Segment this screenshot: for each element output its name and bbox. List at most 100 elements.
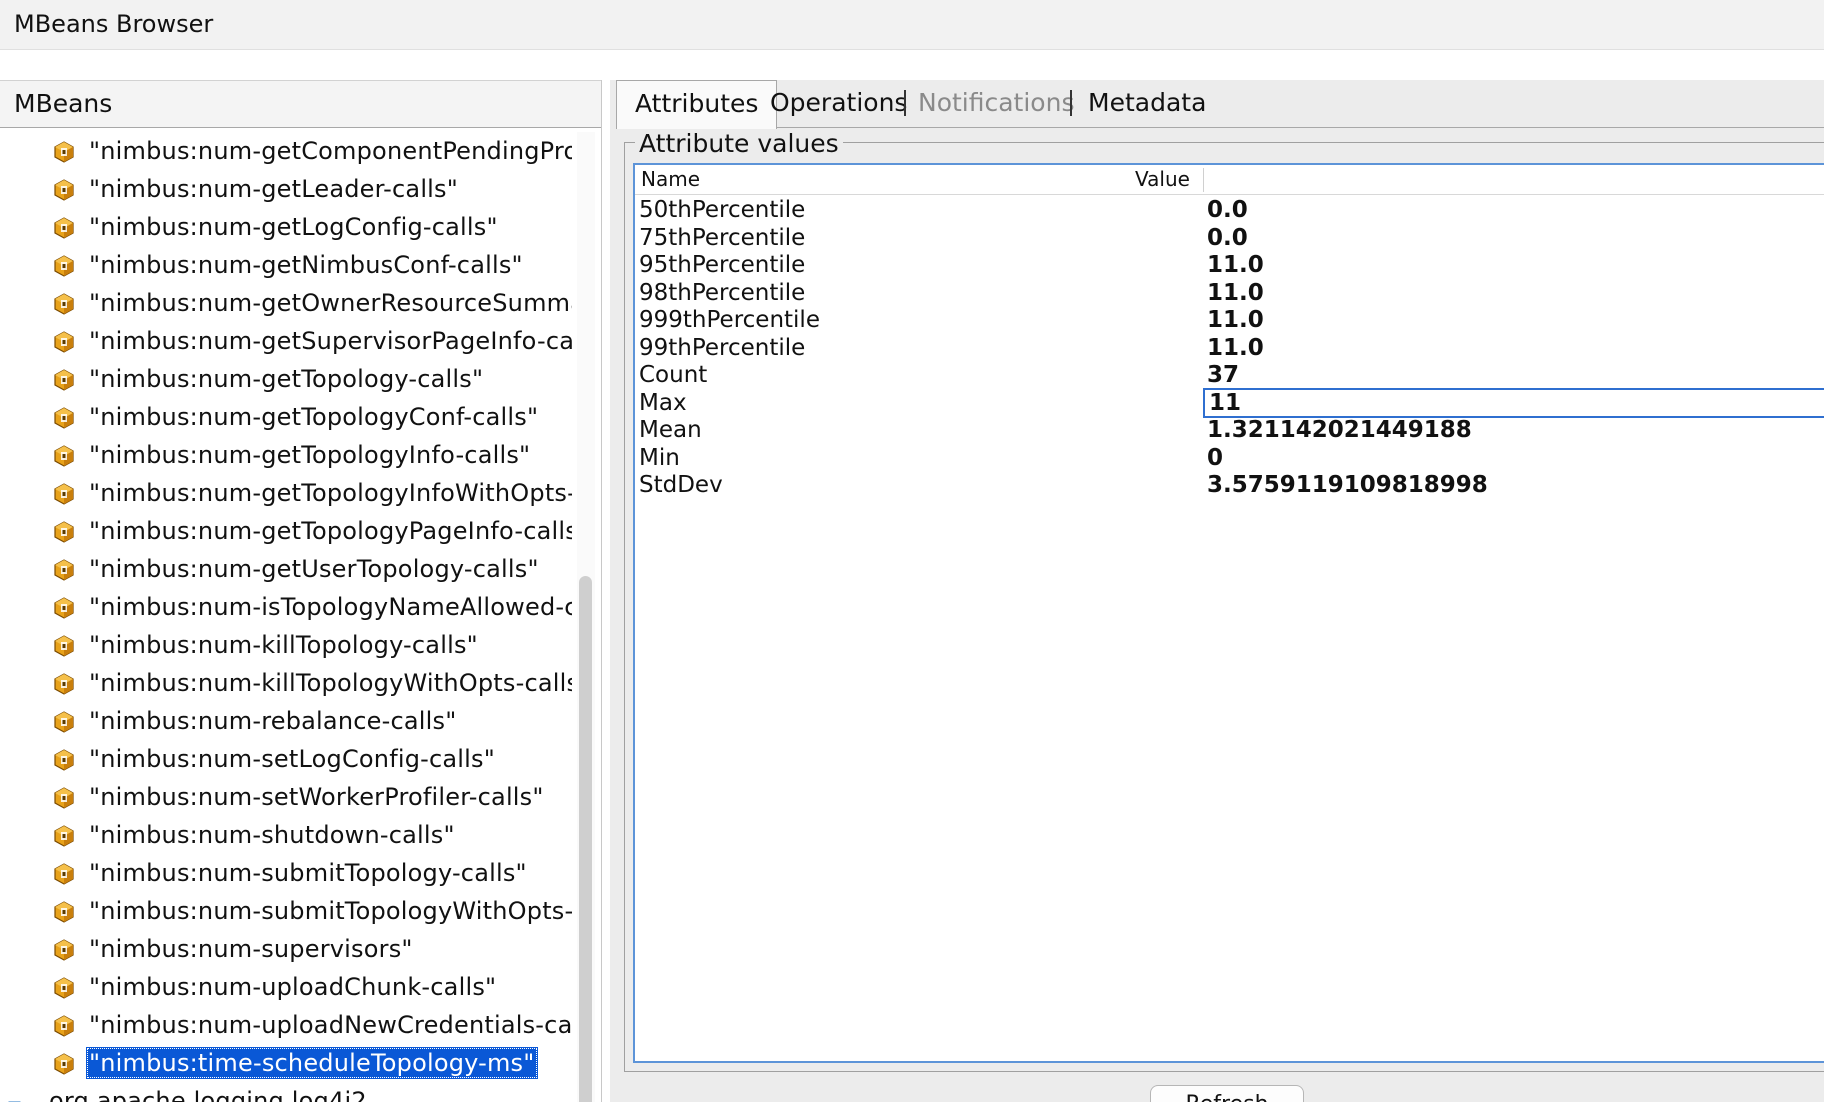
- tree-item-label: "nimbus:num-submitTopology-calls": [89, 859, 527, 887]
- tree-item[interactable]: "nimbus:num-getLogConfig-calls": [0, 208, 572, 246]
- tree-item-label: "nimbus:num-getTopologyConf-calls": [89, 403, 539, 431]
- mbean-icon: [52, 140, 76, 164]
- attribute-value-cell[interactable]: 0.0: [1207, 225, 1248, 251]
- mbeans-header-label: MBeans: [14, 89, 113, 118]
- details-tabs: Attributes Operations Notifications Meta…: [616, 80, 1824, 129]
- tree-scrollbar[interactable]: [577, 132, 595, 1102]
- tree-item[interactable]: "nimbus:num-setWorkerProfiler-calls": [0, 778, 572, 816]
- mbean-icon: [52, 824, 76, 848]
- mbean-icon: [52, 254, 76, 278]
- column-header-name[interactable]: Name: [641, 167, 700, 191]
- attribute-value-cell[interactable]: 11: [1203, 387, 1824, 418]
- tree-item-label: "nimbus:num-getTopologyPageInfo-calls": [89, 517, 572, 545]
- tree-item-label: "nimbus:num-getSupervisorPageInfo-calls": [89, 327, 572, 355]
- mbean-icon: [52, 558, 76, 582]
- tree-item[interactable]: "nimbus:num-rebalance-calls": [0, 702, 572, 740]
- mbean-icon: [52, 862, 76, 886]
- tree-item[interactable]: "nimbus:num-killTopology-calls": [0, 626, 572, 664]
- tree-item[interactable]: "nimbus:num-getOwnerResourceSummaries-ca…: [0, 284, 572, 322]
- mbean-icon: [52, 672, 76, 696]
- attribute-value-cell[interactable]: 11.0: [1207, 280, 1264, 306]
- tree-item[interactable]: "nimbus:time-scheduleTopology-ms": [0, 1044, 572, 1082]
- mbean-icon: [52, 520, 76, 544]
- tree-item[interactable]: "nimbus:num-getComponentPendingProfileAc…: [0, 132, 572, 170]
- tree-item-label: "nimbus:num-getComponentPendingProfileAc…: [89, 137, 572, 165]
- folder-icon: [8, 1098, 40, 1102]
- tree-item[interactable]: "nimbus:num-submitTopology-calls": [0, 854, 572, 892]
- tree-item[interactable]: "nimbus:num-killTopologyWithOpts-calls": [0, 664, 572, 702]
- tree-item[interactable]: "nimbus:num-getSupervisorPageInfo-calls": [0, 322, 572, 360]
- tree-item[interactable]: "nimbus:num-getNimbusConf-calls": [0, 246, 572, 284]
- attribute-value-cell[interactable]: 11.0: [1207, 307, 1264, 333]
- attribute-value-cell[interactable]: 37: [1207, 362, 1239, 388]
- tree-item[interactable]: "nimbus:num-getTopologyPageInfo-calls": [0, 512, 572, 550]
- tree-item[interactable]: "nimbus:num-uploadChunk-calls": [0, 968, 572, 1006]
- mbeans-header: MBeans: [0, 80, 601, 128]
- attribute-name-cell: Mean: [639, 417, 702, 443]
- mbean-icon: [52, 444, 76, 468]
- attribute-values-title: Attribute values: [635, 129, 843, 158]
- tree-item-label: "nimbus:num-getLeader-calls": [89, 175, 458, 203]
- tree-item-label: "nimbus:num-getNimbusConf-calls": [89, 251, 523, 279]
- attribute-value-cell[interactable]: 11.0: [1207, 252, 1264, 278]
- attributes-table[interactable]: Name Value 50thPercentile 0.0 75thPercenti…: [633, 163, 1824, 1063]
- mbean-icon: [52, 786, 76, 810]
- attribute-name-cell: Min: [639, 444, 680, 471]
- column-header-value[interactable]: Value: [1135, 167, 1190, 191]
- attribute-name-cell: 99thPercentile: [639, 334, 806, 361]
- tree-item-label: "nimbus:num-rebalance-calls": [89, 707, 457, 735]
- window-title: MBeans Browser: [14, 10, 214, 38]
- attribute-name-cell: 75thPercentile: [639, 224, 806, 251]
- tree-item[interactable]: "nimbus:num-getLeader-calls": [0, 170, 572, 208]
- tree-item-label: "nimbus:num-uploadChunk-calls": [89, 973, 497, 1001]
- tree-item[interactable]: "nimbus:num-getTopologyInfoWithOpts-call…: [0, 474, 572, 512]
- tab-metadata[interactable]: Metadata: [1070, 80, 1224, 128]
- tree-item[interactable]: "nimbus:num-getTopologyConf-calls": [0, 398, 572, 436]
- attribute-value-cell[interactable]: 0.0: [1207, 197, 1248, 223]
- tree-item-label: "nimbus:num-shutdown-calls": [89, 821, 455, 849]
- mbean-icon: [52, 748, 76, 772]
- tree-item-label: "nimbus:num-getLogConfig-calls": [89, 213, 498, 241]
- tree-item-label: "nimbus:num-supervisors": [89, 935, 413, 963]
- tree-item-label: "nimbus:num-uploadNewCredentials-calls": [89, 1011, 572, 1039]
- tree-folder-item[interactable]: org.apache.logging.log4j2: [0, 1082, 572, 1102]
- tree-item[interactable]: "nimbus:num-getTopologyInfo-calls": [0, 436, 572, 474]
- tree-item[interactable]: "nimbus:num-getTopology-calls": [0, 360, 572, 398]
- mbean-icon: [52, 178, 76, 202]
- tree-item-label: "nimbus:num-getTopology-calls": [89, 365, 484, 393]
- tree-item[interactable]: "nimbus:num-shutdown-calls": [0, 816, 572, 854]
- attribute-value-cell[interactable]: 3.5759119109818998: [1207, 472, 1488, 498]
- tree-item[interactable]: "nimbus:num-submitTopologyWithOpts-calls…: [0, 892, 572, 930]
- mbean-icon: [52, 292, 76, 316]
- tree-item[interactable]: "nimbus:num-uploadNewCredentials-calls": [0, 1006, 572, 1044]
- column-divider[interactable]: [1203, 168, 1204, 192]
- tree-item[interactable]: "nimbus:num-isTopologyNameAllowed-calls": [0, 588, 572, 626]
- details-panel: Attributes Operations Notifications Meta…: [610, 80, 1824, 1102]
- attribute-value-cell[interactable]: 1.321142021449188: [1207, 417, 1472, 443]
- mbean-icon: [52, 634, 76, 658]
- tab-notifications: Notifications: [918, 88, 1075, 117]
- attribute-value-cell[interactable]: 11.0: [1207, 335, 1264, 361]
- tree-item-label: "nimbus:num-submitTopologyWithOpts-calls…: [89, 897, 572, 925]
- mbean-icon: [52, 900, 76, 924]
- tree-item-label: "nimbus:num-getOwnerResourceSummaries-ca…: [89, 289, 572, 317]
- tree-item-label: "nimbus:num-getTopologyInfo-calls": [89, 441, 531, 469]
- mbean-icon: [52, 368, 76, 392]
- mbean-icon: [52, 216, 76, 240]
- tree-item-label: "nimbus:time-scheduleTopology-ms": [86, 1047, 538, 1079]
- table-row[interactable]: StdDev 3.5759119109818998: [635, 470, 1824, 502]
- tree-item[interactable]: "nimbus:num-supervisors": [0, 930, 572, 968]
- attribute-name-cell: 95thPercentile: [639, 252, 806, 278]
- tree-item[interactable]: "nimbus:num-getUserTopology-calls": [0, 550, 572, 588]
- mbean-icon: [52, 1014, 76, 1038]
- mbeans-tree: "nimbus:num-getComponentPendingProfileAc…: [0, 132, 572, 1102]
- attribute-value-cell[interactable]: 0: [1207, 445, 1223, 471]
- refresh-button[interactable]: Refresh: [1150, 1085, 1304, 1102]
- mbeans-tree-panel: MBeans "nimbus:num-getComponentPendingPr…: [0, 80, 602, 1102]
- tree-item[interactable]: "nimbus:num-setLogConfig-calls": [0, 740, 572, 778]
- tree-scrollbar-thumb[interactable]: [579, 576, 592, 1102]
- mbean-icon: [52, 482, 76, 506]
- tree-item-label: "nimbus:num-isTopologyNameAllowed-calls": [89, 593, 572, 621]
- attribute-name-cell: 50thPercentile: [639, 197, 806, 223]
- tree-item-label: "nimbus:num-killTopology-calls": [89, 631, 478, 659]
